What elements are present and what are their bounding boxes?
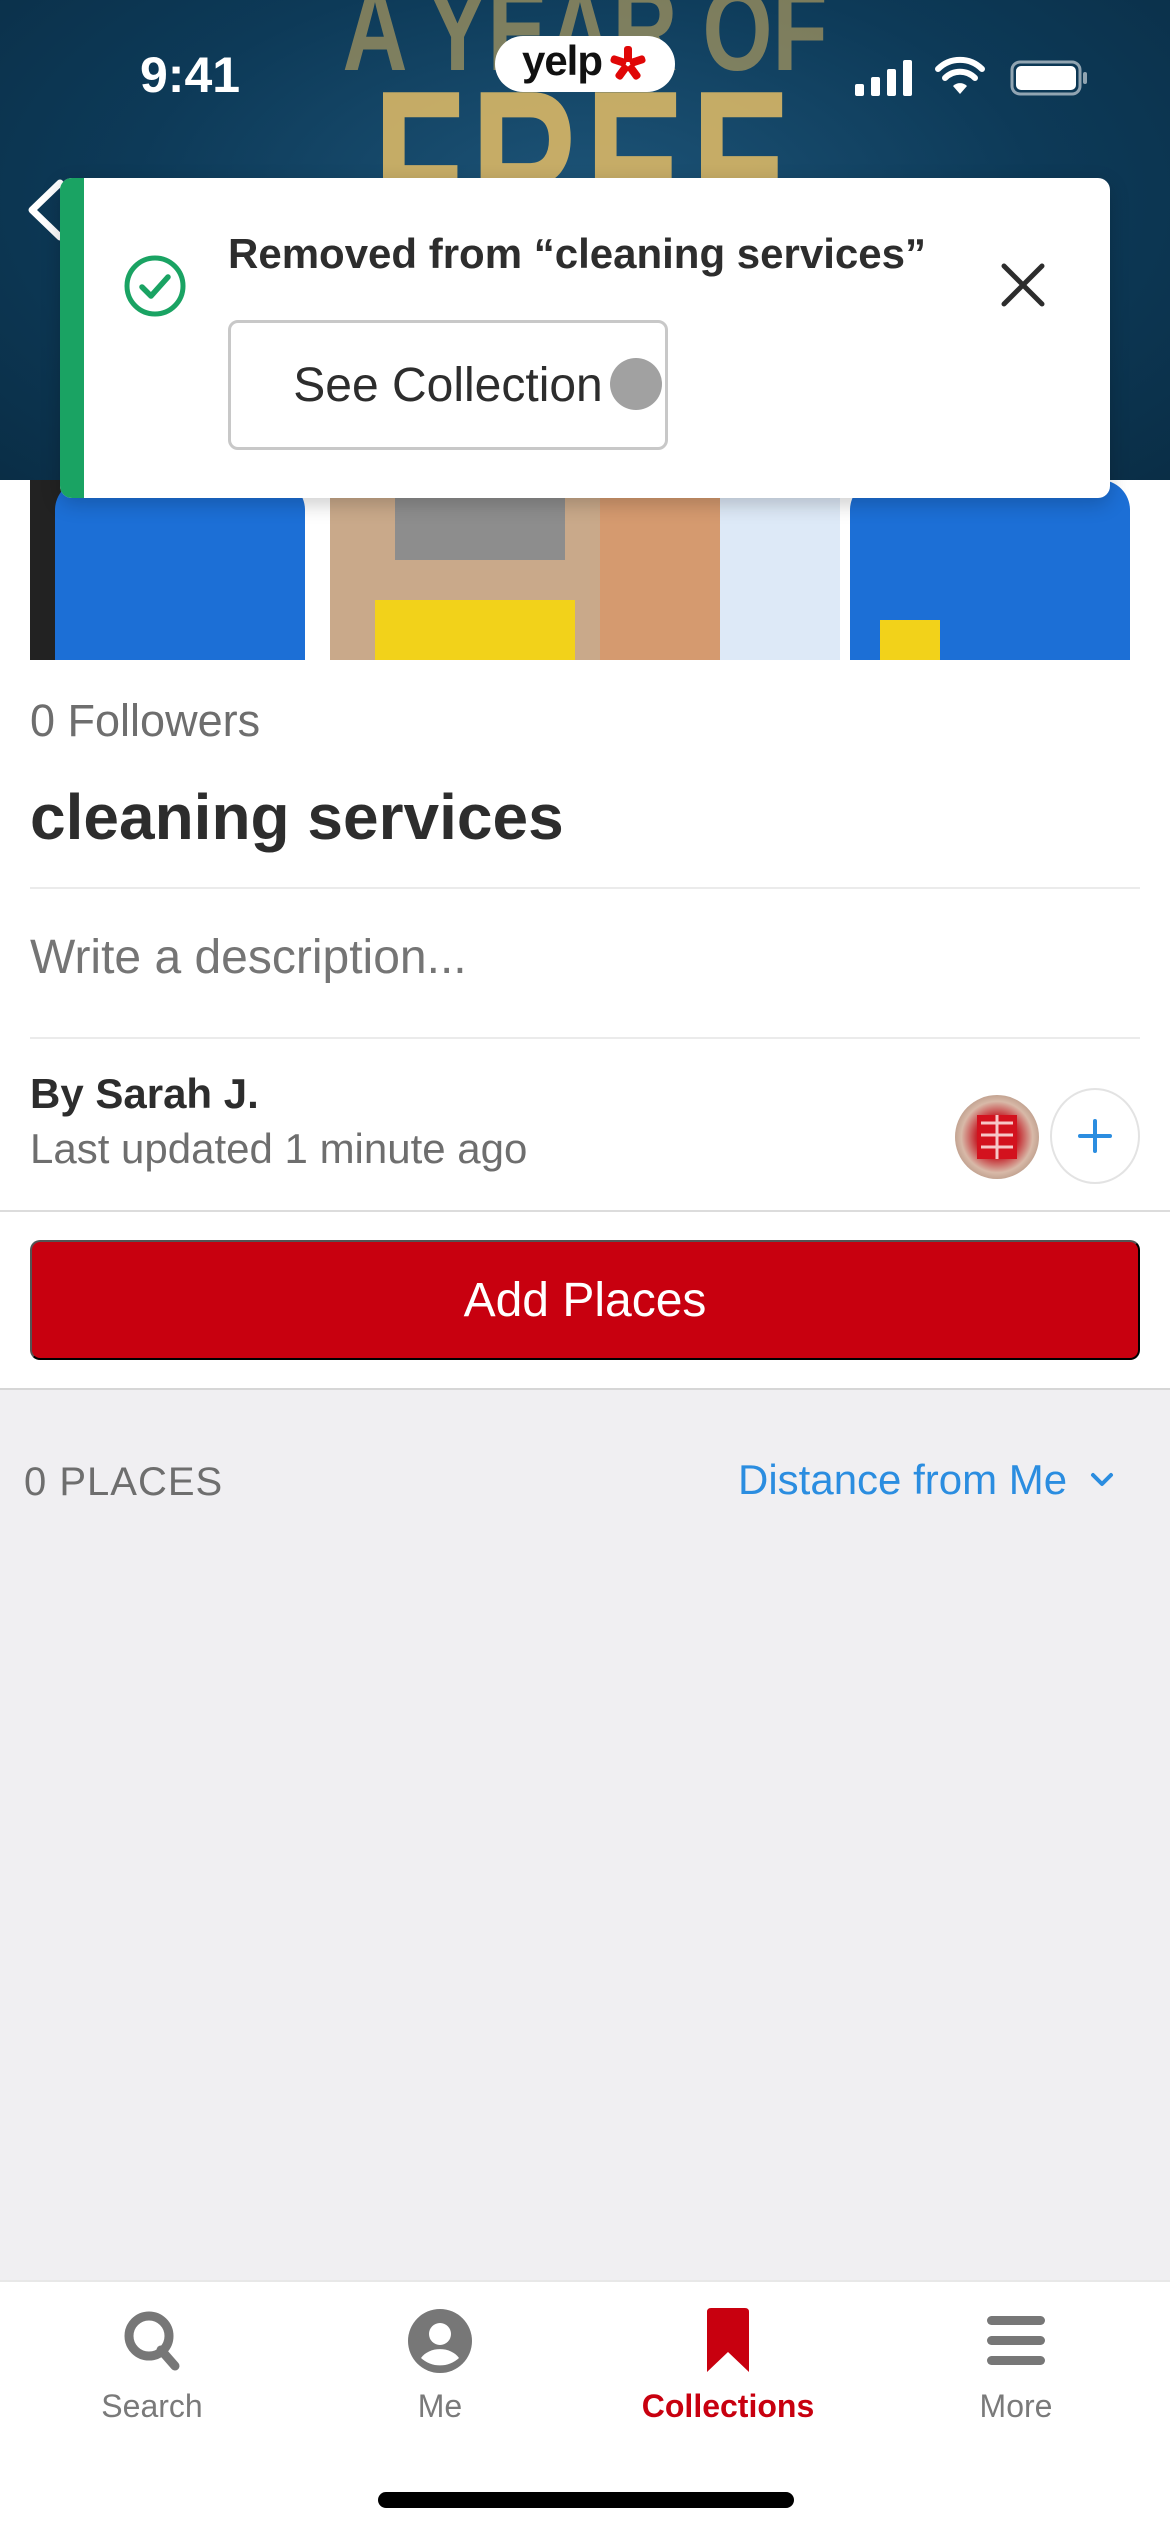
menu-icon [987, 2316, 1045, 2365]
description-input[interactable]: Write a description... [30, 930, 467, 985]
collection-info: 0 Followers cleaning services Write a de… [0, 660, 1170, 1390]
toast-message: Removed from “cleaning services” [228, 230, 926, 277]
places-count: 0 PLACES [24, 1460, 224, 1504]
photo-shape [600, 480, 720, 660]
battery-icon [1010, 60, 1087, 96]
author-name[interactable]: By Sarah J. [30, 1070, 259, 1118]
divider [30, 887, 1140, 889]
tab-label: Search [101, 2388, 203, 2424]
yelp-burst-icon [610, 46, 646, 80]
wifi-icon [935, 56, 985, 94]
yelp-logo-text: yelp [521, 37, 603, 84]
user-icon [408, 2309, 472, 2373]
home-indicator[interactable] [378, 2492, 794, 2508]
tab-label: Me [417, 2388, 463, 2424]
tab-label: More [979, 2388, 1053, 2424]
status-bar: 9:41 yelp [0, 0, 1170, 150]
tab-more[interactable]: More [906, 2306, 1126, 2436]
add-collaborator-button[interactable] [1050, 1088, 1140, 1184]
plus-icon [1078, 1119, 1112, 1153]
status-time: 9:41 [140, 47, 241, 103]
sort-dropdown[interactable]: Distance from Me [738, 1456, 1115, 1504]
chevron-down-icon [1091, 1473, 1114, 1486]
yelp-logo: yelp [495, 36, 675, 92]
tab-me[interactable]: Me [330, 2306, 550, 2436]
tab-collections[interactable]: Collections [618, 2306, 838, 2436]
photo-shape [375, 600, 575, 660]
collection-screen: A YEAR OF FREE CLEANS 9:41 yelp [0, 0, 1170, 2532]
collection-title: cleaning services [30, 781, 564, 853]
tab-search[interactable]: Search [42, 2306, 262, 2436]
photo-shape [880, 620, 940, 660]
close-icon[interactable] [998, 260, 1048, 310]
touch-indicator [610, 358, 662, 410]
see-collection-button[interactable]: See Collection [228, 320, 668, 450]
followers-count: 0 Followers [30, 695, 261, 746]
divider [0, 1210, 1170, 1212]
toast-accent-bar [60, 178, 84, 498]
collaborator-avatar[interactable] [955, 1095, 1039, 1179]
removed-toast: Removed from “cleaning services” See Col… [60, 178, 1110, 498]
divider [30, 1037, 1140, 1039]
check-circle-icon [124, 255, 186, 317]
search-icon [124, 2311, 180, 2371]
sort-label: Distance from Me [738, 1456, 1068, 1503]
bookmark-icon [707, 2308, 749, 2372]
tab-label: Collections [641, 2388, 815, 2424]
last-updated: Last updated 1 minute ago [30, 1125, 528, 1172]
add-places-button[interactable]: Add Places [30, 1240, 1140, 1360]
divider [0, 1388, 1170, 1390]
photo-shape [55, 480, 305, 660]
cellular-signal-icon [855, 60, 912, 96]
cleaners-photo [0, 480, 1170, 660]
gift-image-icon [977, 1115, 1017, 1159]
